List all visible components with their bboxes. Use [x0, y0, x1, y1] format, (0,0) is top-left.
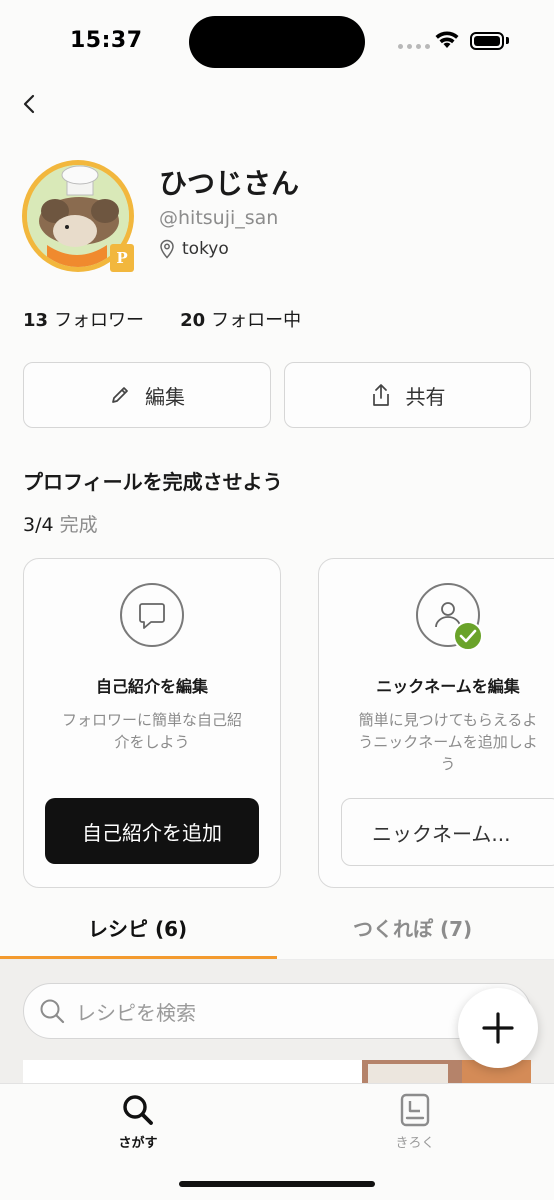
status-time: 15:37: [70, 28, 143, 53]
share-profile-button[interactable]: 共有: [284, 362, 531, 428]
share-icon: [372, 384, 389, 406]
dynamic-island: [189, 16, 365, 68]
progress-suffix: 完成: [59, 514, 98, 536]
nav-search[interactable]: さがす: [98, 1092, 178, 1151]
followers-link[interactable]: 13 フォロワー: [23, 306, 144, 332]
location-pin-icon: [160, 239, 174, 259]
followers-count: 13: [23, 310, 49, 331]
search-icon: [123, 1095, 153, 1125]
battery-icon: [470, 32, 504, 50]
following-link[interactable]: 20 フォロー中: [180, 306, 301, 332]
edit-label: 編集: [145, 384, 185, 409]
search-icon: [40, 999, 65, 1024]
nickname-card-desc-line: うニックネームを追加しよ: [358, 733, 538, 751]
add-nickname-button[interactable]: ニックネーム...: [341, 798, 554, 866]
plus-icon: [482, 1012, 514, 1044]
nickname-card-desc: 簡単に見つけてもらえるよ うニックネームを追加しよ う: [319, 709, 554, 775]
share-label: 共有: [405, 384, 446, 409]
profile-name: ひつじさん: [159, 167, 300, 200]
add-recipe-fab[interactable]: [458, 988, 538, 1068]
back-chevron-icon[interactable]: [18, 92, 42, 116]
home-indicator: [179, 1181, 375, 1187]
tab-tsukurepo[interactable]: つくれぽ (7): [353, 913, 472, 942]
premium-badge-icon: P: [110, 244, 134, 272]
bio-card-desc-line: 介をしよう: [114, 733, 190, 751]
bio-card-desc-line: フォロワーに簡単な自己紹: [61, 711, 242, 729]
nav-kiroku[interactable]: きろく: [375, 1092, 455, 1151]
completion-progress: 3/4 完成: [23, 510, 98, 537]
following-label: フォロー中: [211, 310, 302, 331]
bio-card-title: 自己紹介を編集: [95, 677, 208, 696]
edit-profile-button[interactable]: 編集: [23, 362, 271, 428]
profile-handle: @hitsuji_san: [159, 207, 279, 229]
nickname-card-title: ニックネームを編集: [376, 677, 520, 696]
wifi-icon: [435, 31, 459, 48]
nickname-card-desc-line: 簡単に見つけてもらえるよ: [358, 711, 538, 729]
speech-bubble-icon: [120, 583, 184, 647]
bio-card-icon-wrap: [120, 583, 184, 647]
signal-dots-icon: [398, 44, 430, 49]
search-placeholder: レシピを検索: [76, 1000, 196, 1025]
nav-kiroku-label: きろく: [395, 1136, 435, 1151]
pencil-icon: [112, 387, 128, 403]
recipe-card[interactable]: [23, 1060, 363, 1084]
active-tab-indicator: [0, 956, 277, 959]
book-icon: [400, 1093, 430, 1127]
completion-title: プロフィールを完成させよう: [23, 470, 283, 494]
progress-value: 3/4: [23, 514, 54, 536]
recipe-search-input[interactable]: レシピを検索: [23, 983, 531, 1039]
follow-stats: 13 フォロワー 20 フォロー中: [23, 306, 301, 332]
following-count: 20: [180, 310, 206, 331]
followers-label: フォロワー: [54, 310, 145, 331]
nickname-card-desc-line: う: [440, 755, 456, 773]
bio-card-desc: フォロワーに簡単な自己紹 介をしよう: [24, 709, 280, 753]
add-bio-button[interactable]: 自己紹介を追加: [45, 798, 259, 864]
nav-search-label: さがす: [118, 1136, 158, 1151]
battery-cap: [506, 37, 509, 44]
check-badge-icon: [453, 621, 483, 651]
profile-location: tokyo: [182, 239, 229, 259]
tab-recipes[interactable]: レシピ (6): [88, 913, 187, 942]
